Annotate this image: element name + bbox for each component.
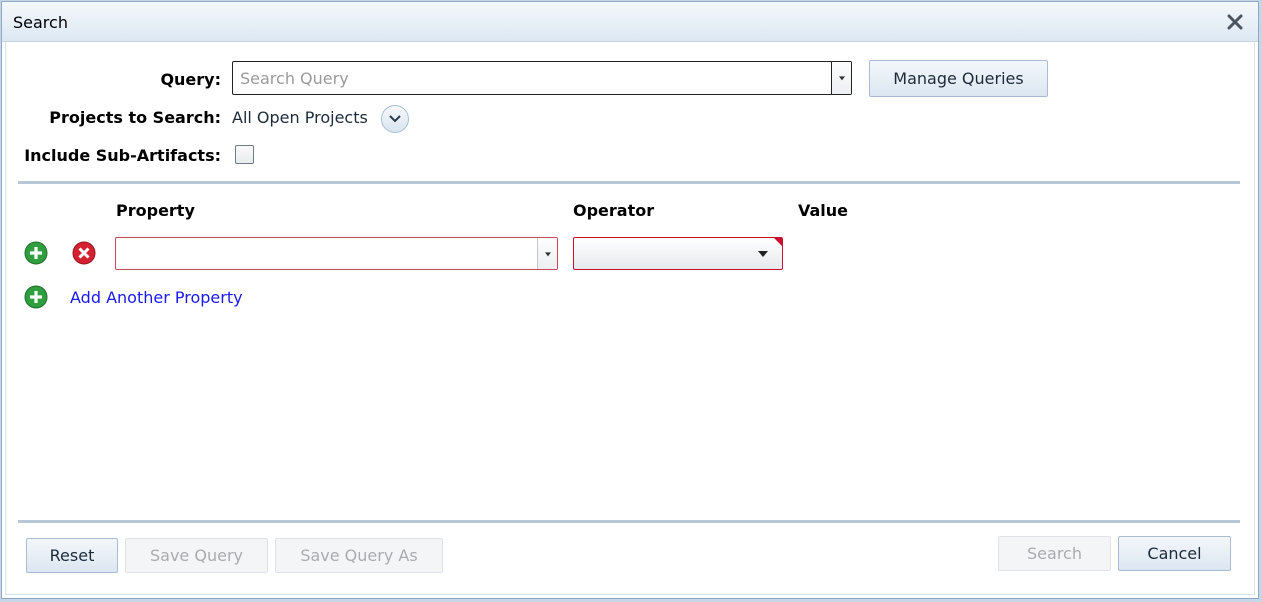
reset-button[interactable]: Reset (26, 538, 118, 573)
chevron-down-icon (838, 76, 845, 81)
plus-circle-icon (24, 285, 48, 309)
search-dialog: Search Query: Manage Queries Projects to… (1, 1, 1259, 599)
projects-value: All Open Projects (232, 108, 368, 127)
chevron-down-icon (758, 251, 768, 257)
cancel-button[interactable]: Cancel (1118, 536, 1231, 571)
plus-circle-icon (24, 241, 48, 265)
add-another-property-link[interactable]: Add Another Property (70, 288, 243, 307)
close-icon (1227, 14, 1243, 30)
property-combobox[interactable] (115, 237, 558, 270)
chevron-down-icon (544, 251, 551, 256)
add-property-icon-button[interactable] (24, 285, 48, 309)
property-dropdown-button[interactable] (537, 238, 557, 269)
divider (18, 181, 1240, 184)
x-circle-icon (72, 241, 96, 265)
footer-divider (18, 520, 1240, 523)
manage-queries-button[interactable]: Manage Queries (869, 60, 1048, 97)
dialog-title: Search (13, 13, 68, 32)
save-query-as-button[interactable]: Save Query As (275, 538, 443, 573)
query-dropdown-button[interactable] (831, 62, 851, 94)
required-indicator (774, 238, 782, 246)
projects-expand-button[interactable] (381, 105, 409, 133)
sub-artifacts-label: Include Sub-Artifacts: (24, 146, 221, 165)
operator-column-header: Operator (573, 201, 655, 220)
operator-select[interactable] (573, 237, 783, 270)
remove-row-button[interactable] (72, 241, 96, 265)
title-bar[interactable]: Search (2, 2, 1258, 42)
projects-label: Projects to Search: (49, 108, 221, 127)
value-column-header: Value (798, 201, 849, 220)
query-label: Query: (160, 70, 221, 89)
query-combobox[interactable] (232, 61, 852, 95)
query-input[interactable] (233, 62, 831, 94)
save-query-button[interactable]: Save Query (125, 538, 268, 573)
add-row-button[interactable] (24, 241, 48, 265)
chevron-down-icon (389, 115, 401, 123)
close-button[interactable] (1226, 13, 1244, 31)
include-sub-artifacts-checkbox[interactable] (235, 145, 254, 164)
property-column-header: Property (116, 201, 195, 220)
search-button[interactable]: Search (998, 536, 1111, 571)
